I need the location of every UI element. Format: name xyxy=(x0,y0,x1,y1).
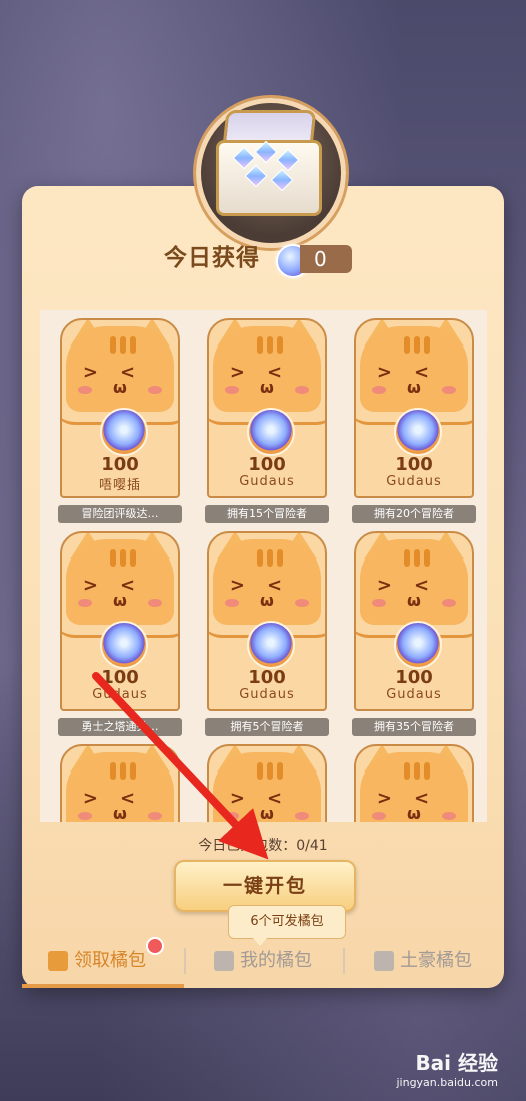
available-packets-tooltip: 6个可发橘包 xyxy=(228,905,346,946)
tab-receive-packets[interactable]: 领取橘包 xyxy=(48,936,146,986)
watermark-site: jingyan.baidu.com xyxy=(396,1076,498,1089)
treasure-chest-emblem xyxy=(188,92,350,248)
tab-divider xyxy=(184,948,186,974)
red-packet-card[interactable]: >< ω 100 Gudaus 勇士之塔通关… xyxy=(58,531,182,741)
card-body: >< ω xyxy=(207,744,327,822)
card-amount: 100 xyxy=(395,667,433,688)
bottom-tab-bar: 领取橘包 我的橘包 土豪橘包 xyxy=(22,936,504,988)
active-tab-indicator xyxy=(22,984,184,988)
card-condition: 拥有35个冒险者 xyxy=(352,718,476,736)
diamond-coin-icon xyxy=(100,621,148,669)
red-packet-card[interactable]: >< ω 100 Gudaus 拥有5个冒险者 xyxy=(205,531,329,741)
diamond-coin-icon xyxy=(247,621,295,669)
cat-face-icon: >< ω xyxy=(360,752,468,822)
today-earned-title: 今日获得 xyxy=(164,245,260,271)
card-sender: Gudaus xyxy=(386,687,442,702)
cat-face-icon: >< ω xyxy=(213,539,321,625)
tab-label: 我的橘包 xyxy=(240,950,312,971)
tab-divider xyxy=(343,948,345,974)
card-amount: 100 xyxy=(101,454,139,475)
cat-face-icon: >< ω xyxy=(360,539,468,625)
card-condition: 拥有20个冒险者 xyxy=(352,505,476,523)
card-sender: Gudaus xyxy=(239,474,295,489)
tab-label: 土豪橘包 xyxy=(400,950,472,971)
cat-face-icon: >< ω xyxy=(66,326,174,412)
card-condition: 拥有5个冒险者 xyxy=(205,718,329,736)
card-condition: 拥有15个冒险者 xyxy=(205,505,329,523)
card-sender: Gudaus xyxy=(239,687,295,702)
tab-label: 领取橘包 xyxy=(74,950,146,971)
today-earned-count: 0 xyxy=(300,245,352,273)
card-body: >< ω xyxy=(60,744,180,822)
diamond-coin-icon xyxy=(394,408,442,456)
card-body: >< ω 100 Gudaus xyxy=(60,531,180,711)
tab-tycoon-packets[interactable]: 土豪橘包 xyxy=(374,936,472,986)
red-packet-card[interactable]: >< ω 100 Gudaus 拥有35个冒险者 xyxy=(352,531,476,741)
cat-face-icon: >< ω xyxy=(66,752,174,822)
red-packet-card[interactable]: >< ω xyxy=(354,744,474,822)
card-body: >< ω xyxy=(354,744,474,822)
card-sender: 唔嘤插 xyxy=(98,478,141,493)
card-body: >< ω 100 Gudaus xyxy=(207,318,327,498)
watermark-logo: Bai 经验 xyxy=(415,1051,498,1075)
card-amount: 100 xyxy=(248,667,286,688)
notification-dot-icon xyxy=(146,937,164,955)
card-body: >< ω 100 Gudaus xyxy=(207,531,327,711)
tab-my-packets[interactable]: 我的橘包 xyxy=(214,936,312,986)
cat-face-icon: >< ω xyxy=(360,326,468,412)
diamond-coin-icon xyxy=(394,621,442,669)
envelope-icon xyxy=(374,951,394,971)
red-packet-card[interactable]: >< ω 100 Gudaus 拥有20个冒险者 xyxy=(352,318,476,528)
red-packet-card[interactable]: >< ω 100 Gudaus 拥有15个冒险者 xyxy=(205,318,329,528)
card-body: >< ω 100 Gudaus xyxy=(354,318,474,498)
red-packet-card[interactable]: >< ω xyxy=(60,744,180,822)
envelope-icon xyxy=(214,951,234,971)
opened-progress-text: 今日已开包数：0/41 xyxy=(198,838,328,854)
card-amount: 100 xyxy=(101,667,139,688)
cat-face-icon: >< ω xyxy=(213,752,321,822)
red-packet-card[interactable]: >< ω xyxy=(207,744,327,822)
diamond-coin-icon xyxy=(247,408,295,456)
card-sender: Gudaus xyxy=(92,687,148,702)
cat-face-icon: >< ω xyxy=(213,326,321,412)
card-sender: Gudaus xyxy=(386,474,442,489)
card-condition: 勇士之塔通关… xyxy=(58,718,182,736)
envelope-icon xyxy=(48,951,68,971)
card-amount: 100 xyxy=(395,454,433,475)
red-packet-card[interactable]: >< ω 100 唔嘤插 冒险团评级达… xyxy=(58,318,182,528)
red-packet-grid[interactable]: >< ω 100 唔嘤插 冒险团评级达… >< ω 100 Gudaus 拥有15个… xyxy=(40,310,487,822)
card-amount: 100 xyxy=(248,454,286,475)
diamond-coin-icon xyxy=(100,408,148,456)
card-body: >< ω 100 唔嘤插 xyxy=(60,318,180,498)
card-condition: 冒险团评级达… xyxy=(58,505,182,523)
baidu-jingyan-watermark: Bai 经验 jingyan.baidu.com xyxy=(396,1047,498,1089)
cat-face-icon: >< ω xyxy=(66,539,174,625)
card-body: >< ω 100 Gudaus xyxy=(354,531,474,711)
